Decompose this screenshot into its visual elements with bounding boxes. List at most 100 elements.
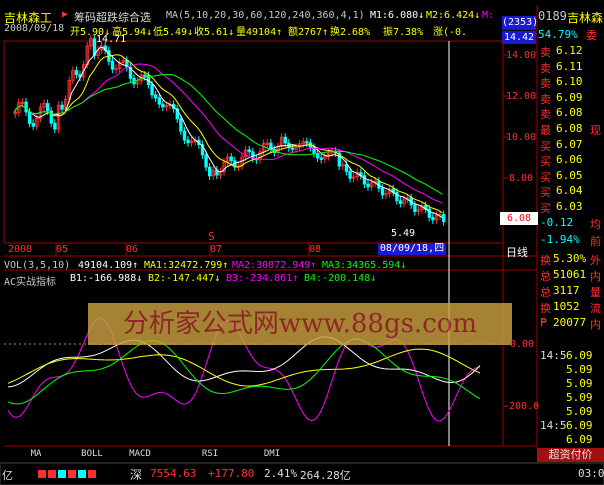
candle-body — [229, 156, 233, 162]
bid-row-price: 6.06 — [556, 153, 583, 167]
current-price-tag: 6.08 — [500, 212, 538, 225]
tab-dmi[interactable]: DMI — [258, 449, 286, 461]
candle-body — [441, 214, 446, 223]
quote-stat-suffix: 量 — [590, 286, 601, 299]
quote-stat-value: 1052 — [553, 300, 580, 313]
status-block — [58, 470, 66, 478]
quote-stat-label: 总 — [540, 286, 551, 299]
time-label: 07 — [210, 244, 223, 255]
tick-price: 5.09 — [566, 363, 593, 376]
bid-row-price: 6.07 — [556, 137, 583, 151]
candle-body — [283, 136, 287, 144]
statusbar-time: 03:0 — [578, 467, 604, 480]
indicator-axis-tick: 0.00 — [510, 339, 535, 350]
indicator-b3: B3:-234.861↑ — [226, 273, 299, 284]
tab-rsi[interactable]: RSI — [196, 449, 224, 461]
bid-row-label: 买 — [540, 170, 551, 184]
kline-chart[interactable] — [0, 0, 604, 485]
candle-body — [344, 164, 349, 172]
vol-ma3: MA3:34365.594↓ — [322, 260, 407, 271]
tick-price: 5.09 — [566, 391, 593, 404]
quote-stat-suffix: 内 — [590, 318, 601, 331]
indicator-b4-line — [7, 338, 481, 405]
tick-price: 6.09 — [566, 349, 593, 362]
candle-body — [153, 94, 158, 99]
period-label[interactable]: 日线 — [506, 244, 528, 260]
quote-stat-label: 总 — [540, 270, 551, 283]
status-block — [78, 470, 86, 478]
candle-body — [31, 122, 35, 127]
bid-row-label: 买 — [540, 155, 551, 169]
candle-body — [427, 208, 431, 218]
indicator-b1: B1:-166.988↓ — [70, 273, 143, 284]
quote-stat-value: 5.30% — [553, 252, 587, 265]
ask-row-price: 6.11 — [556, 59, 583, 73]
ma30-line — [13, 73, 443, 195]
tab-macd[interactable]: MACD — [124, 449, 156, 461]
quote-change: -0.12 — [540, 216, 574, 229]
candle-body — [362, 175, 367, 185]
tab-ma[interactable]: MA — [22, 449, 50, 461]
vol-value: 49104.109↑ — [78, 260, 139, 271]
vol-ma1: MA1:32472.799↑ — [144, 260, 229, 271]
candle-body — [366, 183, 370, 188]
candle-body — [305, 141, 309, 144]
quote-stat-suffix: 外 — [590, 254, 601, 267]
candle-body — [74, 70, 79, 75]
time-label: 06 — [126, 244, 139, 255]
tick-price: 5.09 — [566, 405, 593, 418]
candle-body — [143, 74, 147, 77]
quote-footer[interactable]: 超资付价 — [537, 448, 604, 462]
crosshair-date-box: 08/09/18,四 — [378, 243, 446, 255]
quote-stat-suffix: 流 — [590, 302, 601, 315]
quote-ratio: 54.79% — [538, 28, 578, 41]
quote-stock-name: 吉林森 — [567, 11, 604, 25]
last-price-row-label: 最 — [540, 124, 551, 137]
candle-body — [315, 153, 320, 159]
candle-body — [431, 217, 435, 221]
tab-boll[interactable]: BOLL — [76, 449, 108, 461]
price-axis-tick: 14.00 — [506, 50, 537, 61]
vol-label: VOL(3,5,10) — [4, 260, 71, 271]
quote-pct-suffix: 前 — [590, 235, 601, 248]
index-change: +177.80 — [208, 467, 255, 480]
quote-pct: -1.94% — [540, 233, 580, 246]
status-block — [38, 470, 46, 478]
candle-body — [395, 191, 399, 202]
candle-body — [204, 154, 208, 168]
quote-stat-value: 51061 — [553, 268, 587, 281]
ma10-line — [13, 54, 443, 214]
status-block — [48, 470, 56, 478]
bid-row-label: 买 — [540, 202, 551, 215]
ask-row-label: 卖 — [540, 92, 551, 106]
quote-code-fragment: 0189 — [538, 9, 567, 23]
bid-row-price: 6.04 — [556, 184, 583, 198]
indicator-label: AC实战指标 — [4, 277, 57, 288]
quote-change-suffix: 均 — [590, 218, 601, 231]
candle-body — [53, 122, 57, 130]
index-name[interactable]: 深 — [130, 466, 142, 483]
quote-stat-label: 换 — [540, 254, 551, 267]
candle-body — [348, 171, 352, 179]
time-label: 2008 — [8, 244, 33, 255]
candle-body — [150, 84, 154, 96]
bid-row-price: 6.05 — [556, 168, 583, 182]
ask-row-label: 卖 — [540, 46, 551, 59]
candle-body — [27, 111, 32, 124]
quote-stat-value: 20077 — [553, 316, 587, 329]
ask-row-label: 卖 — [540, 108, 551, 122]
candle-body — [110, 60, 115, 70]
ask-row-price: 6.12 — [556, 44, 583, 57]
price-axis-tick: 8.00 — [509, 173, 534, 184]
signal-marker: S — [208, 230, 215, 243]
bid-row-label: 买 — [540, 186, 551, 200]
candle-body — [182, 130, 187, 141]
candle-body — [157, 97, 161, 105]
quote-stat-value: 3117 — [553, 284, 580, 297]
bid-row-price: 6.03 — [556, 200, 583, 213]
candle-body — [186, 139, 190, 144]
tick-price: 6.09 — [566, 419, 593, 432]
ask-row-price: 6.09 — [556, 90, 583, 104]
index-amount: 264.28亿 — [300, 469, 351, 482]
low-marker-label: 5.49 — [391, 228, 416, 239]
